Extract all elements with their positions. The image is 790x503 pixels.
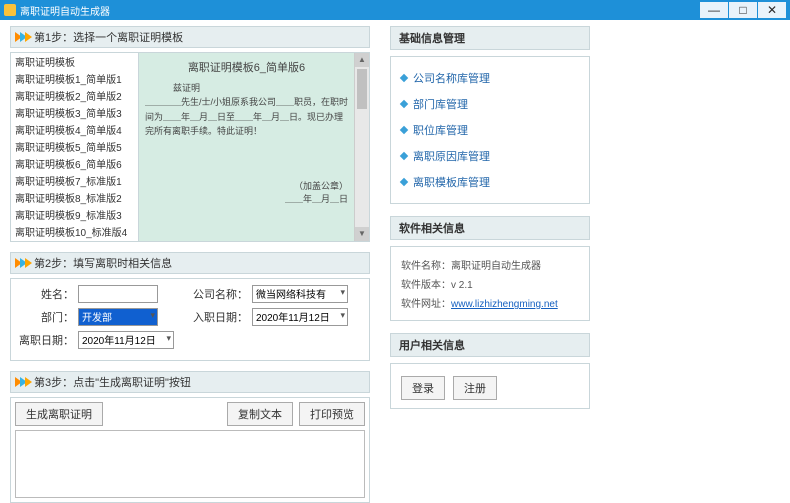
userinfo-panel-title: 用户相关信息 (390, 333, 590, 357)
step3-header: 第3步：点击"生成离职证明"按钮 (10, 371, 370, 393)
list-item[interactable]: 离职证明模板2_简单版2 (11, 87, 138, 104)
list-item[interactable]: 离职证明模板3_简单版3 (11, 104, 138, 121)
step2-header: 第2步：填写离职时相关信息 (10, 252, 370, 274)
copy-button[interactable]: 复制文本 (227, 402, 293, 426)
print-button[interactable]: 打印预览 (299, 402, 365, 426)
output-textarea[interactable] (15, 430, 365, 498)
close-button[interactable]: ✕ (758, 2, 786, 18)
userinfo-panel: 登录 注册 (390, 363, 590, 409)
diamond-icon (400, 74, 408, 82)
diamond-icon (400, 152, 408, 160)
list-item[interactable]: 离职证明模板5_简单版5 (11, 138, 138, 155)
scroll-down-icon[interactable]: ▼ (355, 227, 369, 241)
mgmt-panel: 公司名称库管理 部门库管理 职位库管理 离职原因库管理 离职模板库管理 (390, 56, 590, 204)
diamond-icon (400, 126, 408, 134)
list-item[interactable]: 离职证明模板10_标准版4 (11, 223, 138, 240)
company-select[interactable]: 微当网络科技有 (252, 285, 348, 303)
mgmt-item-company[interactable]: 公司名称库管理 (401, 65, 579, 91)
soft-url-link[interactable]: www.lizhizhengming.net (451, 299, 558, 310)
mgmt-item-dept[interactable]: 部门库管理 (401, 91, 579, 117)
maximize-button[interactable]: □ (729, 2, 757, 18)
dept-select[interactable]: 开发部 (78, 308, 158, 326)
minimize-button[interactable]: — (700, 2, 728, 18)
window-title: 离职证明自动生成器 (20, 3, 699, 18)
list-item[interactable]: 离职证明模板1_简单版1 (11, 70, 138, 87)
preview-title: 离职证明模板6_简单版6 (145, 59, 348, 75)
register-button[interactable]: 注册 (453, 376, 497, 400)
preview-date: ＿＿年＿月＿日 (285, 194, 348, 204)
list-item[interactable]: 离职证明模板11_标准版5 (11, 240, 138, 241)
scroll-thumb[interactable] (357, 69, 367, 109)
template-list[interactable]: 离职证明模板 离职证明模板1_简单版1 离职证明模板2_简单版2 离职证明模板3… (11, 53, 139, 241)
mgmt-item-template[interactable]: 离职模板库管理 (401, 169, 579, 195)
mgmt-panel-title: 基础信息管理 (390, 26, 590, 50)
soft-ver: v 2.1 (451, 280, 473, 291)
leavedate-select[interactable]: 2020年11月12日 (78, 331, 174, 349)
list-item[interactable]: 离职证明模板 (11, 53, 138, 70)
company-label: 公司名称： (188, 286, 248, 302)
preview-body: ＿＿＿＿先生/士/小姐原系我公司＿＿职员，在职时间为＿＿年＿月＿日至＿＿年＿月＿… (145, 97, 348, 136)
diamond-icon (400, 100, 408, 108)
soft-ver-label: 软件版本： (401, 280, 451, 291)
step3-title: 第3步：点击"生成离职证明"按钮 (34, 374, 191, 390)
joindate-select[interactable]: 2020年11月12日 (252, 308, 348, 326)
list-item[interactable]: 离职证明模板6_简单版6 (11, 155, 138, 172)
list-item[interactable]: 离职证明模板7_标准版1 (11, 172, 138, 189)
step1-header: 第1步：选择一个离职证明模板 (10, 26, 370, 48)
diamond-icon (400, 178, 408, 186)
name-input[interactable] (78, 285, 158, 303)
soft-name: 离职证明自动生成器 (451, 261, 541, 272)
soft-url-label: 软件网址： (401, 299, 451, 310)
dept-label: 部门： (19, 309, 74, 325)
preview-subtitle: 兹证明 (173, 83, 200, 93)
preview-scrollbar[interactable]: ▲ ▼ (354, 53, 369, 241)
scroll-up-icon[interactable]: ▲ (355, 53, 369, 67)
step2-title: 第2步：填写离职时相关信息 (34, 255, 172, 271)
joindate-label: 入职日期： (188, 309, 248, 325)
preview-stamp: （加盖公章） (294, 181, 348, 191)
step1-title: 第1步：选择一个离职证明模板 (34, 29, 183, 45)
softinfo-panel-title: 软件相关信息 (390, 216, 590, 240)
list-item[interactable]: 离职证明模板9_标准版3 (11, 206, 138, 223)
titlebar: 离职证明自动生成器 — □ ✕ (0, 0, 790, 20)
softinfo-panel: 软件名称：离职证明自动生成器 软件版本：v 2.1 软件网址：www.lizhi… (390, 246, 590, 321)
mgmt-item-reason[interactable]: 离职原因库管理 (401, 143, 579, 169)
login-button[interactable]: 登录 (401, 376, 445, 400)
name-label: 姓名： (19, 286, 74, 302)
list-item[interactable]: 离职证明模板8_标准版2 (11, 189, 138, 206)
template-preview: 离职证明模板6_简单版6 兹证明 ＿＿＿＿先生/士/小姐原系我公司＿＿职员，在职… (139, 53, 354, 241)
soft-name-label: 软件名称： (401, 261, 451, 272)
generate-button[interactable]: 生成离职证明 (15, 402, 103, 426)
list-item[interactable]: 离职证明模板4_简单版4 (11, 121, 138, 138)
mgmt-item-position[interactable]: 职位库管理 (401, 117, 579, 143)
leavedate-label: 离职日期： (19, 332, 74, 348)
app-icon (4, 4, 16, 16)
